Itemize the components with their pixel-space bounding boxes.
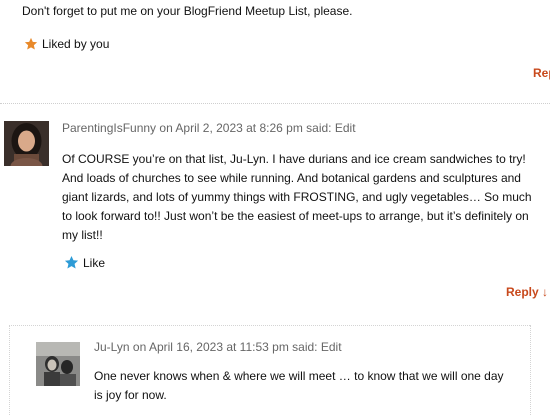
edit-link[interactable]: Edit [335, 121, 356, 135]
comment-body-julyn: One never knows when & where we will mee… [94, 367, 504, 405]
comment-body-line: One never knows when & where we will mee… [94, 369, 504, 383]
nested-comment-border-left [9, 325, 10, 415]
comment-date[interactable]: on April 16, 2023 at 11:53 pm said: [133, 340, 318, 354]
like-button[interactable]: Like [64, 255, 105, 270]
edit-link[interactable]: Edit [321, 340, 342, 354]
nested-comment-border-top [9, 325, 530, 326]
comment-body-parenting: Of COURSE you’re on that list, Ju-Lyn. I… [62, 150, 532, 245]
reply-link-top[interactable]: Repl [533, 66, 550, 80]
liked-button[interactable]: Liked by you [24, 37, 109, 51]
comment-body-line: giant lizards, and lots of yummy things … [62, 190, 532, 204]
star-icon [24, 37, 38, 50]
reply-link-parenting[interactable]: Reply ↓ [506, 285, 548, 299]
comment-date[interactable]: on April 2, 2023 at 8:26 pm said: [159, 121, 331, 135]
comment-body-line: is joy for now. [94, 388, 167, 402]
comment-top-text: Don't forget to put me on your BlogFrien… [22, 4, 353, 18]
avatar-photo [36, 342, 80, 386]
comment-meta-parenting: ParentingIsFunny on April 2, 2023 at 8:2… [62, 121, 356, 135]
liked-label: Liked by you [42, 37, 110, 51]
nested-comment-border-right [530, 325, 531, 415]
comment-body-line: Of COURSE you’re on that list, Ju-Lyn. I… [62, 152, 526, 166]
avatar-photo [4, 121, 49, 166]
like-label: Like [83, 255, 106, 270]
comment-author[interactable]: Ju-Lyn [94, 340, 130, 354]
avatar-julyn [36, 342, 80, 386]
comment-body-line: to look forward to!! Just won’t be the e… [62, 209, 529, 223]
comment-meta-julyn: Ju-Lyn on April 16, 2023 at 11:53 pm sai… [94, 340, 342, 354]
avatar-parentingisfunny [4, 121, 49, 166]
comment-author[interactable]: ParentingIsFunny [62, 121, 156, 135]
comment-body-line: And loads of churches to see while runni… [62, 171, 521, 185]
comment-divider [0, 103, 550, 104]
star-icon [64, 255, 79, 269]
comment-body-line: my list!! [62, 228, 103, 242]
